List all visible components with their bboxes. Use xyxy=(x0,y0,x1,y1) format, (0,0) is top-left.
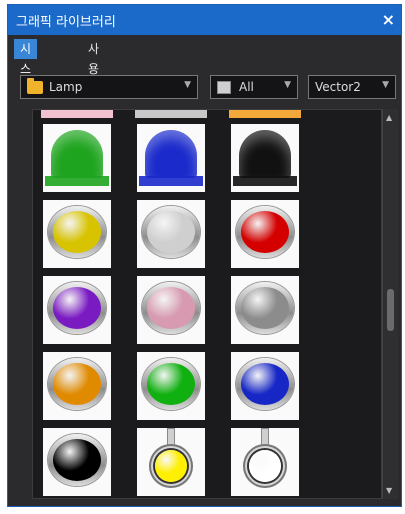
lamp-dome xyxy=(51,130,103,178)
lamp-base xyxy=(45,176,109,186)
scroll-up-icon[interactable]: ▲ xyxy=(386,113,392,122)
lamp-red[interactable] xyxy=(231,200,299,268)
tab-user[interactable]: 사용자 xyxy=(82,39,105,96)
lamp-yellow[interactable] xyxy=(43,200,111,268)
lamp-light xyxy=(241,287,289,329)
tab-system[interactable]: 시스템 xyxy=(14,39,38,96)
lamp-dome xyxy=(239,130,291,178)
lamp-light xyxy=(147,287,195,329)
lamp-bezel xyxy=(236,282,294,334)
lamp-light xyxy=(53,363,101,405)
lamp-orange[interactable] xyxy=(43,352,111,420)
toolbar: Lamp ▼ All ▼ Vector2 ▼ xyxy=(20,75,396,101)
lamp-green-rect[interactable] xyxy=(43,124,111,192)
lamp-green[interactable] xyxy=(137,352,205,420)
chevron-down-icon: ▼ xyxy=(284,80,291,90)
lamp-bezel xyxy=(149,444,193,488)
lamp-light xyxy=(241,363,289,405)
style-select[interactable]: Vector2 ▼ xyxy=(308,75,396,99)
lamp-yellow-stem[interactable] xyxy=(137,428,205,496)
close-icon[interactable]: × xyxy=(382,10,395,29)
lamp-bezel xyxy=(243,444,287,488)
title-bar: 그래픽 라이브러리 × xyxy=(8,5,401,35)
chevron-down-icon: ▼ xyxy=(184,80,191,90)
chevron-down-icon: ▼ xyxy=(382,80,389,90)
category-select[interactable]: Lamp ▼ xyxy=(20,75,198,99)
lamp-silver[interactable] xyxy=(137,200,205,268)
style-value: Vector2 xyxy=(315,80,361,94)
color-swatch-icon xyxy=(217,81,231,94)
lamp-gray[interactable] xyxy=(231,276,299,344)
graphic-library-window: 그래픽 라이브러리 × 시스템 사용자 Lamp ▼ All ▼ Vector2… xyxy=(7,4,402,507)
lamp-black-rect[interactable] xyxy=(231,124,299,192)
lamp-bezel xyxy=(48,434,106,486)
lamp-light xyxy=(53,439,101,481)
lamp-light xyxy=(155,450,187,482)
lamp-light xyxy=(249,450,281,482)
lamp-dome xyxy=(145,130,197,178)
item-strip[interactable] xyxy=(135,110,207,118)
item-strip[interactable] xyxy=(229,110,301,118)
lamp-light xyxy=(53,287,101,329)
lamp-light xyxy=(241,211,289,253)
lamp-base xyxy=(139,176,203,186)
item-strip[interactable] xyxy=(41,110,113,118)
lamp-light xyxy=(147,211,195,253)
filter-select[interactable]: All ▼ xyxy=(210,75,298,99)
folder-icon xyxy=(27,78,43,94)
scroll-down-icon[interactable]: ▼ xyxy=(386,486,392,495)
lamp-bezel xyxy=(142,282,200,334)
filter-value: All xyxy=(239,80,254,94)
lamp-base xyxy=(233,176,297,186)
lamp-bezel xyxy=(48,206,106,258)
lamp-light xyxy=(53,211,101,253)
lamp-bezel xyxy=(48,282,106,334)
lamp-white-stem[interactable] xyxy=(231,428,299,496)
lamp-bezel xyxy=(236,358,294,410)
lamp-black[interactable] xyxy=(43,428,111,496)
scroll-thumb[interactable] xyxy=(387,289,394,331)
category-value: Lamp xyxy=(49,80,83,94)
lamp-pink[interactable] xyxy=(137,276,205,344)
library-grid xyxy=(32,109,382,499)
lamp-blue[interactable] xyxy=(231,352,299,420)
lamp-blue-rect[interactable] xyxy=(137,124,205,192)
vertical-scrollbar[interactable]: ▲ ▼ xyxy=(382,109,398,499)
lamp-bezel xyxy=(236,206,294,258)
lamp-bezel xyxy=(142,358,200,410)
lamp-purple[interactable] xyxy=(43,276,111,344)
lamp-light xyxy=(147,363,195,405)
lamp-bezel xyxy=(142,206,200,258)
window-title: 그래픽 라이브러리 xyxy=(16,15,116,30)
lamp-bezel xyxy=(48,358,106,410)
